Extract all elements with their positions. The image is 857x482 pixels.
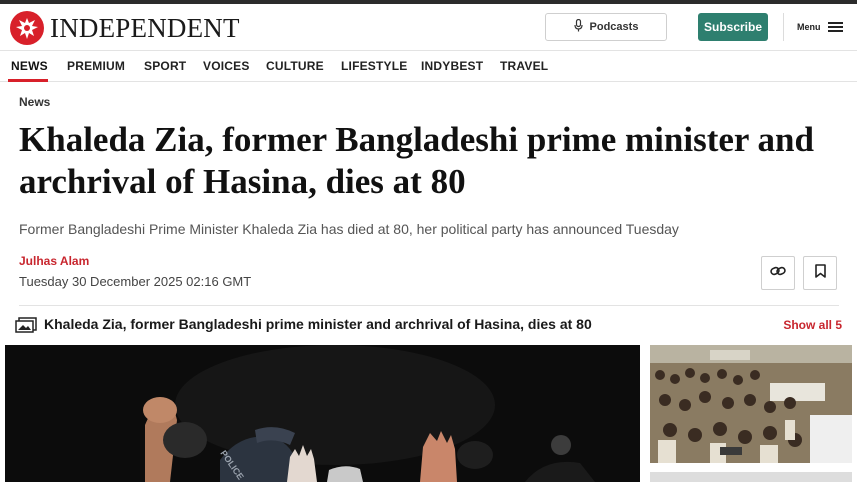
article-divider <box>19 305 839 306</box>
nav-item-travel[interactable]: TRAVEL <box>500 59 548 73</box>
gallery-side-photo[interactable] <box>650 345 852 463</box>
site-header: INDEPENDENT Podcasts Subscribe Menu <box>0 4 857 50</box>
podcasts-label: Podcasts <box>589 21 639 33</box>
nav-item-premium[interactable]: PREMIUM <box>67 59 125 73</box>
article-standfirst: Former Bangladeshi Prime Minister Khaled… <box>19 221 679 237</box>
share-link-button[interactable] <box>761 256 795 290</box>
bookmark-button[interactable] <box>803 256 837 290</box>
publish-date: Tuesday 30 December 2025 02:16 GMT <box>19 274 252 289</box>
share-link-icon <box>770 264 786 282</box>
logo-wordmark: INDEPENDENT <box>50 12 240 43</box>
eagle-logo-icon <box>10 11 44 45</box>
section-nav: NEWS PREMIUM SPORT VOICES CULTURE LIFEST… <box>0 50 857 82</box>
gallery-header: Khaleda Zia, former Bangladeshi prime mi… <box>15 315 842 337</box>
gallery-title: Khaleda Zia, former Bangladeshi prime mi… <box>44 316 592 332</box>
subscribe-button[interactable]: Subscribe <box>698 13 768 41</box>
hamburger-menu-icon <box>827 20 843 34</box>
subscribe-label: Subscribe <box>703 20 763 34</box>
article-headline: Khaleda Zia, former Bangladeshi prime mi… <box>19 120 814 201</box>
author-link[interactable]: Julhas Alam <box>19 254 89 268</box>
gallery-icon <box>15 317 37 338</box>
menu-label: Menu <box>797 22 821 32</box>
menu-button[interactable]: Menu <box>783 13 857 41</box>
nav-item-indybest[interactable]: INDYBEST <box>421 59 483 73</box>
nav-item-culture[interactable]: CULTURE <box>266 59 324 73</box>
show-all-link[interactable]: Show all 5 <box>783 318 842 332</box>
gallery-thumbnail-photo[interactable] <box>650 472 852 482</box>
nav-item-sport[interactable]: SPORT <box>144 59 186 73</box>
active-nav-indicator <box>8 79 48 82</box>
site-logo[interactable]: INDEPENDENT <box>10 11 240 45</box>
bookmark-icon <box>814 263 826 283</box>
podcasts-button[interactable]: Podcasts <box>545 13 667 41</box>
nav-item-voices[interactable]: VOICES <box>203 59 250 73</box>
nav-item-lifestyle[interactable]: LIFESTYLE <box>341 59 407 73</box>
gallery-main-photo[interactable]: POLICE <box>5 345 640 482</box>
section-label[interactable]: News <box>19 95 50 109</box>
microphone-icon <box>573 18 583 35</box>
nav-item-news[interactable]: NEWS <box>11 59 48 73</box>
